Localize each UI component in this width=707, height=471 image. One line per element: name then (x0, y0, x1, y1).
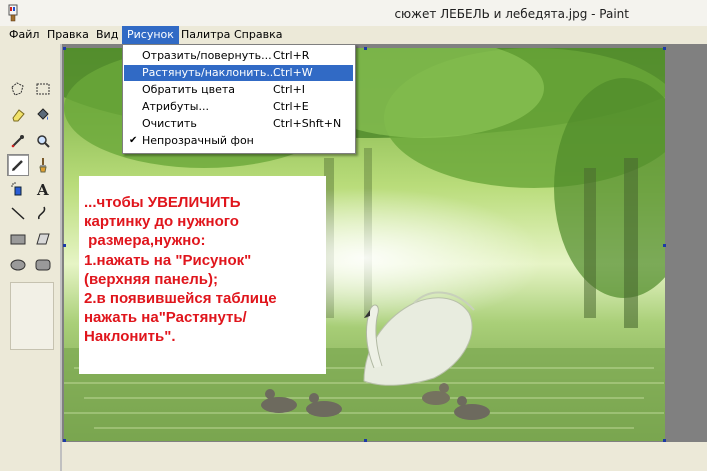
menu-file[interactable]: Файл (4, 26, 44, 44)
menu-item-invert-colors[interactable]: Обратить цвета Ctrl+I (124, 82, 353, 98)
note-line: (верхняя панель); (84, 271, 218, 288)
menu-bar: Файл Правка Вид Рисунок Палитра Справка (0, 26, 707, 44)
menu-help[interactable]: Справка (229, 26, 287, 44)
note-line: ...чтобы УВЕЛИЧИТЬ (84, 194, 241, 211)
window-title: сюжет ЛЕБЕЛЬ и лебедята.jpg - Paint (394, 7, 629, 21)
instruction-note: ...чтобы УВЕЛИЧИТЬ картинку до нужного р… (79, 176, 326, 374)
note-line: 2.в появившейся таблице (84, 290, 277, 307)
curve-icon[interactable] (32, 202, 54, 224)
checkmark-icon: ✔ (129, 135, 138, 146)
ellipse-icon[interactable] (7, 254, 29, 276)
toolbox: A (0, 44, 60, 471)
airbrush-icon[interactable] (7, 178, 29, 200)
polygon-icon[interactable] (32, 228, 54, 250)
menu-edit[interactable]: Правка (42, 26, 94, 44)
canvas-handle[interactable] (663, 47, 666, 50)
menu-item-clear[interactable]: Очистить Ctrl+Shft+N (124, 116, 353, 132)
brush-icon[interactable] (32, 154, 54, 176)
svg-text:A: A (36, 181, 49, 197)
workspace-edge (60, 44, 62, 471)
free-select-icon[interactable] (7, 78, 29, 100)
rect-select-icon[interactable] (32, 78, 54, 100)
menu-item-stretch-skew[interactable]: Растянуть/наклонить... Ctrl+W (124, 65, 353, 81)
menu-image[interactable]: Рисунок (122, 26, 179, 44)
canvas-handle[interactable] (63, 244, 66, 247)
line-icon[interactable] (7, 202, 29, 224)
rounded-rect-icon[interactable] (32, 254, 54, 276)
fill-bucket-icon[interactable] (32, 104, 54, 126)
menu-item-flip-rotate[interactable]: Отразить/повернуть... Ctrl+R (124, 48, 353, 64)
note-line: 1.нажать на "Рисунок" (84, 252, 252, 269)
canvas-handle[interactable] (663, 244, 666, 247)
image-menu-dropdown: Отразить/повернуть... Ctrl+R Растянуть/н… (122, 44, 356, 154)
title-bar: сюжет ЛЕБЕЛЬ и лебедята.jpg - Paint (0, 0, 707, 27)
canvas-handle[interactable] (63, 47, 66, 50)
canvas-handle[interactable] (364, 47, 367, 50)
paint-app-icon[interactable] (6, 4, 20, 22)
pencil-icon[interactable] (7, 154, 29, 176)
menu-item-attributes[interactable]: Атрибуты... Ctrl+E (124, 99, 353, 115)
note-line: нажать на"Растянуть/ (84, 309, 247, 326)
note-line: размера,нужно: (84, 232, 206, 249)
menu-view[interactable]: Вид (91, 26, 123, 44)
rectangle-icon[interactable] (7, 228, 29, 250)
note-line: Наклонить". (84, 328, 176, 345)
eraser-icon[interactable] (7, 104, 29, 126)
text-icon[interactable]: A (32, 178, 54, 200)
menu-colors[interactable]: Палитра (176, 26, 235, 44)
eyedropper-icon[interactable] (7, 130, 29, 152)
status-strip (62, 442, 707, 471)
tool-options-panel[interactable] (10, 282, 54, 350)
menu-item-opaque-background[interactable]: ✔ Непрозрачный фон (124, 133, 353, 149)
note-line: картинку до нужного (84, 213, 239, 230)
magnifier-icon[interactable] (32, 130, 54, 152)
